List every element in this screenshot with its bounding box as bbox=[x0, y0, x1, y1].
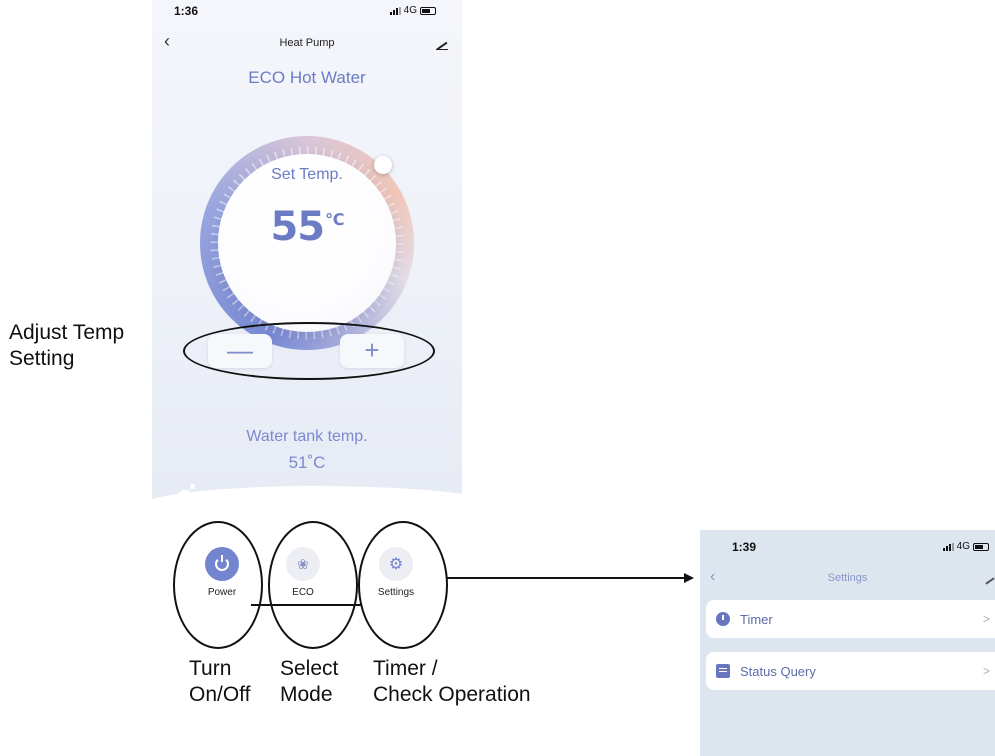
edit-icon[interactable] bbox=[436, 37, 448, 50]
signal-icon bbox=[942, 542, 954, 551]
chevron-right-icon: > bbox=[982, 664, 990, 678]
document-icon bbox=[716, 664, 730, 678]
settings-network-indicator: 4G bbox=[942, 541, 989, 552]
status-bar: 1:36 4G bbox=[152, 0, 462, 26]
timer-note-line1: Timer / bbox=[373, 657, 438, 680]
nav-bar: ‹ Heat Pump bbox=[152, 31, 462, 54]
chevron-right-icon: > bbox=[982, 612, 990, 626]
status-time: 1:36 bbox=[174, 4, 199, 18]
set-temp-display: 55℃ bbox=[218, 204, 396, 250]
edit-icon[interactable] bbox=[985, 574, 995, 584]
settings-item-timer[interactable]: Timer > bbox=[706, 600, 995, 638]
turn-on-off-note: Turn On/Off bbox=[189, 656, 250, 708]
turn-note-line2: On/Off bbox=[189, 683, 251, 706]
settings-screen: 1:39 4G ‹ Settings Timer > Status Query … bbox=[700, 530, 995, 756]
settings-status-time: 1:39 bbox=[732, 540, 757, 554]
settings-highlight bbox=[358, 521, 448, 649]
page-title: Heat Pump bbox=[279, 37, 335, 49]
battery-icon bbox=[973, 542, 989, 551]
timer-note-line2: Check Operation bbox=[373, 683, 531, 706]
network-type: 4G bbox=[403, 5, 417, 16]
tank-temp-value: 51˚C bbox=[288, 453, 326, 472]
water-wave bbox=[152, 486, 462, 520]
adjust-note-line1: Adjust Temp bbox=[9, 321, 125, 344]
arrow-head bbox=[684, 573, 694, 583]
eco-highlight bbox=[268, 521, 358, 649]
set-temp-value: 55 bbox=[270, 204, 325, 250]
select-note-line2: Mode bbox=[280, 683, 333, 706]
bubble bbox=[190, 484, 195, 489]
connector-line bbox=[251, 604, 361, 606]
select-note-line1: Select bbox=[280, 657, 339, 680]
settings-item-label: Timer bbox=[740, 611, 773, 627]
tank-temp-label: Water tank temp. bbox=[246, 428, 368, 445]
mode-title: ECO Hot Water bbox=[248, 68, 366, 87]
settings-item-status-query[interactable]: Status Query > bbox=[706, 652, 995, 690]
bubble bbox=[402, 494, 406, 498]
network-indicator: 4G bbox=[389, 5, 436, 16]
adjust-temp-note: Adjust Temp Setting bbox=[9, 320, 124, 372]
set-temp-unit: ℃ bbox=[325, 210, 344, 229]
heat-pump-screen: 1:36 4G ‹ Heat Pump ECO Hot Water Set Te… bbox=[152, 0, 462, 520]
adjust-note-line2: Setting bbox=[9, 347, 75, 370]
signal-icon bbox=[389, 6, 401, 15]
arrow-line bbox=[446, 577, 684, 579]
settings-network-type: 4G bbox=[956, 541, 970, 552]
battery-icon bbox=[420, 6, 436, 15]
power-highlight bbox=[173, 521, 263, 649]
bubble bbox=[178, 490, 192, 504]
settings-item-label: Status Query bbox=[740, 663, 816, 679]
timer-note: Timer / Check Operation bbox=[373, 656, 531, 708]
bubble bbox=[398, 508, 404, 514]
settings-title: Settings bbox=[827, 572, 868, 584]
select-mode-note: Select Mode bbox=[280, 656, 338, 708]
settings-status-bar: 1:39 4G bbox=[700, 530, 995, 556]
clock-icon bbox=[716, 612, 730, 626]
set-temp-label: Set Temp. bbox=[271, 166, 343, 183]
adjust-temp-highlight bbox=[183, 322, 435, 380]
turn-note-line1: Turn bbox=[189, 657, 232, 680]
